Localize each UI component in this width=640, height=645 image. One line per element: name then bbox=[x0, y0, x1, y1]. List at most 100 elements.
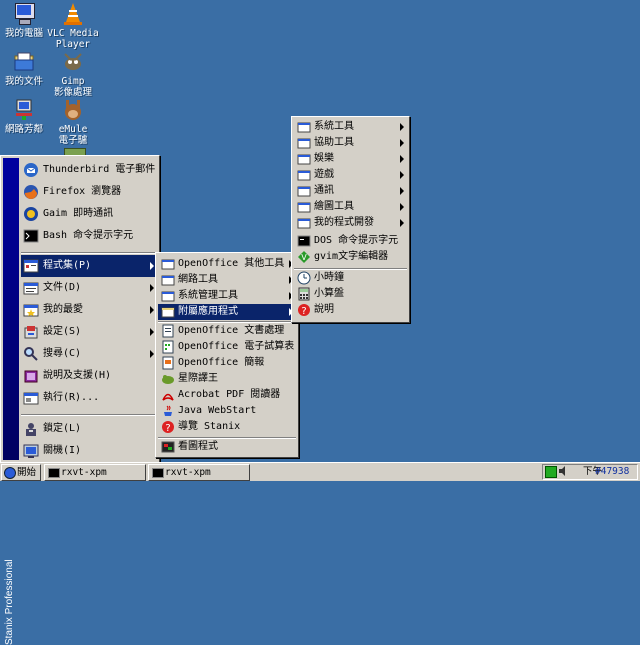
accessories-item-label: DOS 命令提示字元 bbox=[314, 235, 399, 246]
terminal-icon bbox=[152, 468, 164, 478]
accessories-item-development[interactable]: 我的程式開發 bbox=[294, 215, 407, 231]
accessories-item-help[interactable]: ? 說明 bbox=[294, 302, 407, 318]
programs-item-openoffice-tools[interactable]: OpenOffice 其他工具 bbox=[158, 256, 296, 272]
accessories-item-gvim[interactable]: V gvim文字編輯器 bbox=[294, 249, 407, 265]
start-item-label: 搜尋(C) bbox=[43, 348, 82, 359]
programs-item-label: 看圖程式 bbox=[178, 441, 218, 452]
folder-icon bbox=[161, 257, 175, 271]
image-viewer-icon bbox=[161, 440, 175, 454]
start-menu-separator bbox=[21, 252, 157, 254]
svg-text:V: V bbox=[301, 253, 307, 262]
taskbar-window-button[interactable]: rxvt-xpm bbox=[148, 464, 250, 481]
start-item-lock[interactable]: 鎖定(L) bbox=[21, 418, 157, 440]
accessories-item-label: 小算盤 bbox=[314, 288, 344, 299]
start-item-thunderbird[interactable]: Thunderbird 電子郵件 bbox=[21, 159, 157, 181]
start-item-settings[interactable]: 設定(S) bbox=[21, 321, 157, 343]
programs-item-accessories[interactable]: 附屬應用程式 bbox=[158, 304, 296, 320]
start-item-run[interactable]: 執行(R)... bbox=[21, 387, 157, 409]
start-item-label: 執行(R)... bbox=[43, 392, 100, 403]
acrobat-icon bbox=[161, 388, 175, 402]
start-item-shutdown[interactable]: 關機(I) bbox=[21, 440, 157, 462]
start-item-firefox[interactable]: Firefox 瀏覽器 bbox=[21, 181, 157, 203]
accessories-item-label: 遊戲 bbox=[314, 169, 334, 180]
programs-item-calc[interactable]: OpenOffice 電子試算表 bbox=[158, 339, 296, 355]
programs-item-label: 附屬應用程式 bbox=[178, 306, 238, 317]
start-button[interactable]: 開始 bbox=[1, 464, 41, 481]
start-item-label: Firefox 瀏覽器 bbox=[43, 186, 122, 197]
submenu-arrow-icon bbox=[150, 306, 154, 314]
accessories-item-label: 繪圖工具 bbox=[314, 201, 354, 212]
desktop-icon-emule[interactable]: eMule 電子驢 bbox=[43, 98, 103, 146]
accessories-item-label: 娛樂 bbox=[314, 153, 334, 164]
accessories-item-entertainment[interactable]: 娛樂 bbox=[294, 151, 407, 167]
programs-item-label: 導覽 Stanix bbox=[178, 421, 241, 432]
accessories-item-label: 小時鐘 bbox=[314, 272, 344, 283]
programs-icon bbox=[23, 258, 39, 274]
accessories-item-games[interactable]: 遊戲 bbox=[294, 167, 407, 183]
start-item-help[interactable]: 說明及支援(H) bbox=[21, 365, 157, 387]
shutdown-icon bbox=[23, 443, 39, 459]
tray-app-icon[interactable] bbox=[545, 466, 557, 478]
terminal-icon bbox=[23, 228, 39, 244]
folder-icon bbox=[297, 216, 311, 230]
programs-item-label: OpenOffice 文書處理 bbox=[178, 325, 285, 336]
desktop-icon-gimp[interactable]: Gimp 影像處理 bbox=[43, 50, 103, 98]
accessories-item-label: 協助工具 bbox=[314, 137, 354, 148]
programs-item-tour[interactable]: ? 導覽 Stanix bbox=[158, 419, 296, 435]
start-menu-sidebar: Stanix Professional bbox=[3, 158, 19, 645]
accessories-item-label: 通訊 bbox=[314, 185, 334, 196]
start-item-gaim[interactable]: Gaim 即時通訊 bbox=[21, 203, 157, 225]
start-item-favorites[interactable]: 我的最愛 bbox=[21, 299, 157, 321]
start-item-bash[interactable]: Bash 命令提示字元 bbox=[21, 225, 157, 247]
start-menu-separator bbox=[21, 414, 157, 416]
start-item-search[interactable]: 搜尋(C) bbox=[21, 343, 157, 365]
stardict-icon bbox=[161, 372, 175, 386]
calc-icon bbox=[161, 340, 175, 354]
help-icon: ? bbox=[297, 303, 311, 317]
programs-item-label: OpenOffice 簡報 bbox=[178, 357, 265, 368]
accessories-item-dos-prompt[interactable]: DOS 命令提示字元 bbox=[294, 233, 407, 249]
desktop-icon-label: Gimp 影像處理 bbox=[53, 76, 92, 98]
accessories-item-system-tools[interactable]: 系統工具 bbox=[294, 119, 407, 135]
accessories-item-graphics[interactable]: 繪圖工具 bbox=[294, 199, 407, 215]
programs-item-acrobat[interactable]: Acrobat PDF 閱讀器 bbox=[158, 387, 296, 403]
start-item-label: Thunderbird 電子郵件 bbox=[43, 164, 156, 175]
programs-item-image-viewer[interactable]: 看圖程式 bbox=[158, 439, 296, 455]
programs-item-writer[interactable]: OpenOffice 文書處理 bbox=[158, 323, 296, 339]
start-item-documents[interactable]: 文件(D) bbox=[21, 277, 157, 299]
start-item-programs[interactable]: 程式集(P) bbox=[21, 255, 157, 277]
programs-item-admin-tools[interactable]: 系統管理工具 bbox=[158, 288, 296, 304]
start-item-label: 關機(I) bbox=[43, 445, 82, 456]
accessories-item-label: 系統工具 bbox=[314, 121, 354, 132]
accessories-item-label: 說明 bbox=[314, 304, 334, 315]
start-item-label: 設定(S) bbox=[43, 326, 82, 337]
programs-menu: OpenOffice 其他工具 網路工具 系統管理工具 附屬應用程式 OpenO… bbox=[155, 252, 299, 458]
submenu-arrow-icon bbox=[400, 139, 404, 147]
programs-item-java[interactable]: Java WebStart bbox=[158, 403, 296, 419]
start-logo-icon bbox=[4, 467, 16, 479]
programs-item-impress[interactable]: OpenOffice 簡報 bbox=[158, 355, 296, 371]
accessories-item-clock[interactable]: 小時鐘 bbox=[294, 270, 407, 286]
accessories-item-calculator[interactable]: 小算盤 bbox=[294, 286, 407, 302]
accessories-item-communications[interactable]: 通訊 bbox=[294, 183, 407, 199]
svg-text:?: ? bbox=[165, 423, 170, 434]
folder-icon bbox=[297, 136, 311, 150]
gimp-icon bbox=[61, 50, 85, 74]
taskbar-window-label: rxvt-xpm bbox=[165, 467, 211, 478]
tray-text-label: #47938 bbox=[595, 466, 630, 477]
submenu-arrow-icon bbox=[400, 187, 404, 195]
submenu-arrow-icon bbox=[150, 284, 154, 292]
start-menu: Stanix Professional Thunderbird 電子郵件 Fir… bbox=[0, 155, 160, 645]
run-icon bbox=[23, 390, 39, 406]
speaker-icon[interactable] bbox=[558, 466, 568, 476]
desktop-icon-label: VLC Media Player bbox=[47, 28, 99, 50]
programs-item-network-tools[interactable]: 網路工具 bbox=[158, 272, 296, 288]
programs-item-stardict[interactable]: 星際譯王 bbox=[158, 371, 296, 387]
tour-icon: ? bbox=[161, 420, 175, 434]
taskbar-window-button[interactable]: rxvt-xpm bbox=[44, 464, 146, 481]
desktop-icon-vlc[interactable]: VLC Media Player bbox=[43, 2, 103, 50]
search-icon bbox=[23, 346, 39, 362]
accessories-item-accessibility[interactable]: 協助工具 bbox=[294, 135, 407, 151]
accessories-menu: 系統工具 協助工具 娛樂 遊戲 通訊 繪圖工具 我的程式開發 DOS 命令提示字… bbox=[291, 116, 410, 323]
start-item-label: Gaim 即時通訊 bbox=[43, 208, 114, 219]
